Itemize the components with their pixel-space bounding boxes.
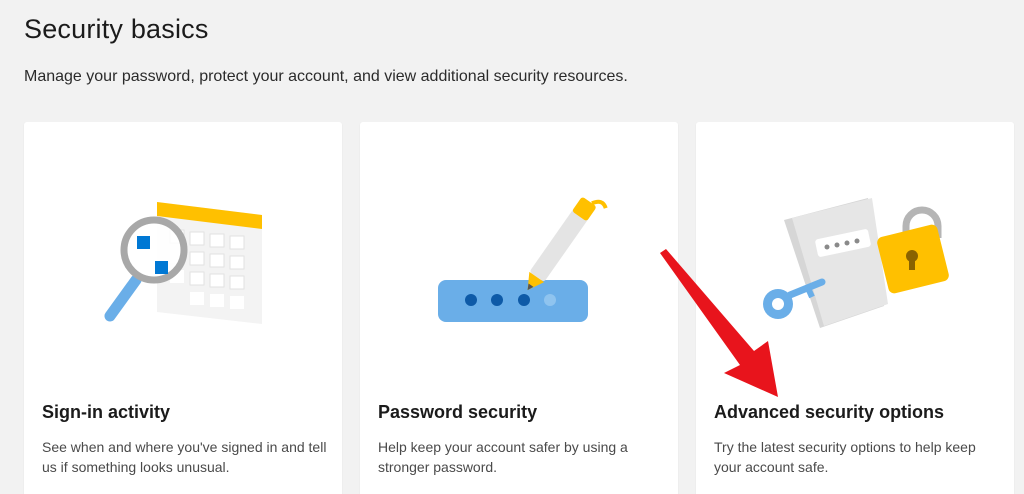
password-pen-icon (438, 197, 608, 322)
notebook-key-lock-icon (763, 198, 949, 328)
password-security-card[interactable]: Password security Help keep your account… (360, 122, 678, 494)
calendar-magnifier-icon (104, 202, 262, 324)
card-description: Try the latest security options to help … (714, 439, 976, 475)
card-description: Help keep your account safer by using a … (378, 439, 628, 475)
page-title: Security basics (24, 14, 209, 44)
card-title: Advanced security options (714, 402, 945, 422)
card-description: See when and where you've signed in and … (42, 439, 327, 475)
advanced-security-options-card[interactable]: Advanced security options Try the latest… (696, 122, 1014, 494)
card-title: Password security (378, 402, 538, 422)
security-basics-page: Security basics Manage your password, pr… (0, 0, 1024, 494)
page-subtitle: Manage your password, protect your accou… (24, 68, 628, 85)
card-title: Sign-in activity (42, 402, 171, 422)
sign-in-activity-card[interactable]: Sign-in activity See when and where you'… (24, 122, 342, 494)
